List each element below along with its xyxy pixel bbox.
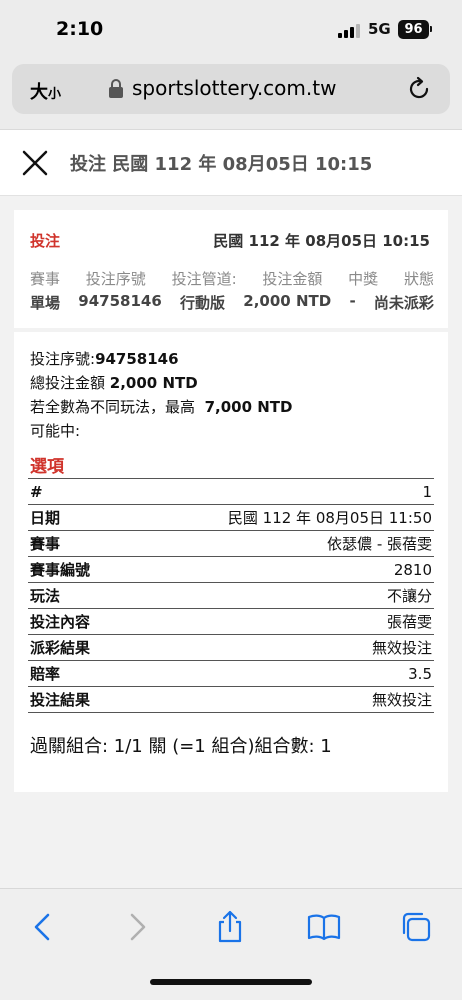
table-row: 玩法 不讓分 (28, 583, 434, 609)
row-value: 3.5 (408, 664, 432, 683)
summary-header: 中獎 (348, 270, 379, 288)
reload-icon[interactable] (406, 76, 432, 102)
status-bar: 2:10 5G 96 (0, 0, 462, 56)
total-line: 總投注金額 2,000 NTD (30, 372, 198, 393)
table-row: 賽事編號 2810 (28, 557, 434, 583)
row-key: 日期 (30, 509, 61, 527)
row-value: 民國 112 年 08月05日 11:50 (227, 509, 432, 527)
page-title: 投注 民國 112 年 08月05日 10:15 (70, 154, 373, 175)
text-size-button[interactable]: 大小 (30, 78, 61, 104)
bookmarks-icon[interactable] (306, 909, 342, 945)
max-value: 7,000 NTD (204, 398, 293, 416)
max-label: 若全數為不同玩法，最高 (30, 398, 196, 416)
serial-line: 投注序號:94758146 (30, 348, 179, 369)
table-row: 投注內容 張蓓雯 (28, 609, 434, 635)
table-row: #1 (28, 479, 434, 505)
url-text: sportslottery.com.tw (132, 76, 337, 100)
summary-value: 94758146 (78, 292, 162, 310)
forward-icon[interactable] (118, 909, 154, 945)
bet-summary-card: 投注 民國 112 年 08月05日 10:15 賽事 投注序號 投注管道: 投… (14, 210, 448, 328)
summary-value: 單場 (30, 294, 61, 312)
max-line: 若全數為不同玩法，最高 7,000 NTD (30, 396, 292, 417)
row-key: 玩法 (30, 587, 61, 605)
row-key: 投注內容 (30, 613, 91, 631)
row-key: # (30, 482, 43, 501)
summary-value: - (349, 292, 356, 310)
total-value: 2,000 NTD (109, 374, 198, 392)
table-row: 賽事 依瑟儂 - 張蓓雯 (28, 531, 434, 557)
page-header: 投注 民國 112 年 08月05日 10:15 (0, 130, 462, 196)
summary-value: 行動版 (180, 294, 226, 312)
row-value: 張蓓雯 (386, 613, 432, 631)
total-label: 總投注金額 (30, 374, 106, 392)
row-value: 無效投注 (371, 691, 432, 709)
row-key: 投注結果 (30, 691, 91, 709)
summary-value: 尚未派彩 (373, 294, 434, 312)
row-value: 不讓分 (386, 587, 432, 605)
row-value: 依瑟儂 - 張蓓雯 (327, 535, 432, 553)
summary-label: 投注 (30, 232, 61, 250)
cellular-signal-icon (338, 24, 362, 38)
battery-icon: 96 (398, 20, 429, 39)
possible-label: 可能中: (30, 422, 81, 440)
serial-value: 94758146 (95, 350, 179, 368)
text-size-small: 小 (48, 87, 62, 102)
summary-value: 2,000 NTD (243, 292, 332, 310)
summary-header: 投注管道: (171, 270, 237, 288)
table-row: 投注結果 無效投注 (28, 687, 434, 713)
detail-table: #1 日期 民國 112 年 08月05日 11:50 賽事 依瑟儂 - 張蓓雯 賽… (28, 478, 434, 713)
lock-icon (109, 79, 123, 98)
summary-headers: 賽事 投注序號 投注管道: 投注金額 中獎 狀態 (30, 268, 434, 289)
address-bar[interactable]: 大小 sportslottery.com.tw (12, 64, 450, 114)
bet-detail-card: 投注序號:94758146 總投注金額 2,000 NTD 若全數為不同玩法，最… (14, 332, 448, 792)
summary-header: 投注金額 (262, 270, 323, 288)
row-value: 無效投注 (371, 639, 432, 657)
summary-date: 民國 112 年 08月05日 10:15 (213, 232, 430, 250)
row-key: 賠率 (30, 665, 61, 683)
text-size-large: 大 (30, 82, 48, 103)
summary-values: 單場 94758146 行動版 2,000 NTD - 尚未派彩 (30, 292, 434, 313)
serial-label: 投注序號: (30, 350, 96, 368)
close-icon[interactable] (20, 148, 50, 178)
table-row: 賠率 3.5 (28, 661, 434, 687)
browser-chrome: 大小 sportslottery.com.tw (0, 56, 462, 130)
row-value: 1 (422, 482, 432, 501)
back-icon[interactable] (26, 909, 62, 945)
options-label: 選項 (30, 457, 64, 477)
network-type: 5G (368, 20, 391, 38)
row-value: 2810 (393, 560, 432, 579)
home-indicator (150, 979, 312, 985)
browser-toolbar (0, 888, 462, 1000)
summary-header: 狀態 (403, 270, 434, 288)
status-time: 2:10 (56, 18, 104, 40)
share-icon[interactable] (212, 909, 248, 945)
row-key: 賽事編號 (30, 561, 91, 579)
tabs-icon[interactable] (398, 909, 434, 945)
row-key: 賽事 (30, 535, 61, 553)
table-row: 日期 民國 112 年 08月05日 11:50 (28, 505, 434, 531)
summary-header: 投注序號 (85, 270, 146, 288)
combination-summary: 過關組合: 1/1 關 (=1 組合)組合數: 1 (30, 736, 332, 757)
table-row: 派彩結果 無效投注 (28, 635, 434, 661)
summary-header: 賽事 (30, 270, 61, 288)
battery-tip (430, 26, 432, 32)
row-key: 派彩結果 (30, 639, 91, 657)
